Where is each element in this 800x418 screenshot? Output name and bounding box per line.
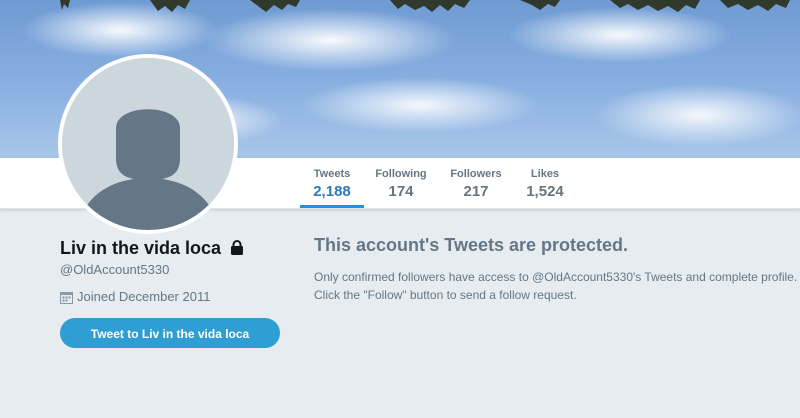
joined-date-text: Joined December 2011 (77, 289, 211, 304)
default-avatar-icon (62, 58, 234, 230)
profile-handle[interactable]: @OldAccount5330 (60, 262, 169, 277)
protected-message-line1: Only confirmed followers have access to … (314, 270, 798, 284)
profile-avatar[interactable] (58, 54, 238, 234)
protected-title: This account's Tweets are protected. (314, 235, 629, 255)
profile-name: Liv in the vida loca (60, 238, 244, 259)
treeline-decoration (60, 0, 790, 12)
nav-following-count: 174 (388, 183, 414, 200)
nav-likes[interactable]: Likes 1,524 (520, 158, 570, 208)
nav-followers-count: 217 (463, 183, 489, 200)
nav-tweets-count: 2,188 (313, 183, 351, 200)
nav-likes-label: Likes (530, 168, 560, 180)
calendar-icon (60, 292, 73, 304)
nav-likes-count: 1,524 (526, 183, 564, 200)
nav-tweets[interactable]: Tweets 2,188 (300, 158, 364, 208)
profile-name-text: Liv in the vida loca (60, 238, 222, 258)
nav-tweets-label: Tweets (313, 168, 351, 180)
nav-followers[interactable]: Followers 217 (446, 158, 506, 208)
joined-date: Joined December 2011 (60, 289, 210, 304)
protected-message: Only confirmed followers have access to … (314, 268, 800, 304)
nav-followers-label: Followers (450, 168, 502, 180)
protected-message-line2: Click the "Follow" button to send a foll… (314, 288, 577, 302)
lock-icon (231, 240, 244, 255)
tweet-to-button[interactable]: Tweet to Liv in the vida loca (60, 318, 280, 348)
nav-following-label: Following (375, 168, 427, 180)
nav-following[interactable]: Following 174 (372, 158, 430, 208)
